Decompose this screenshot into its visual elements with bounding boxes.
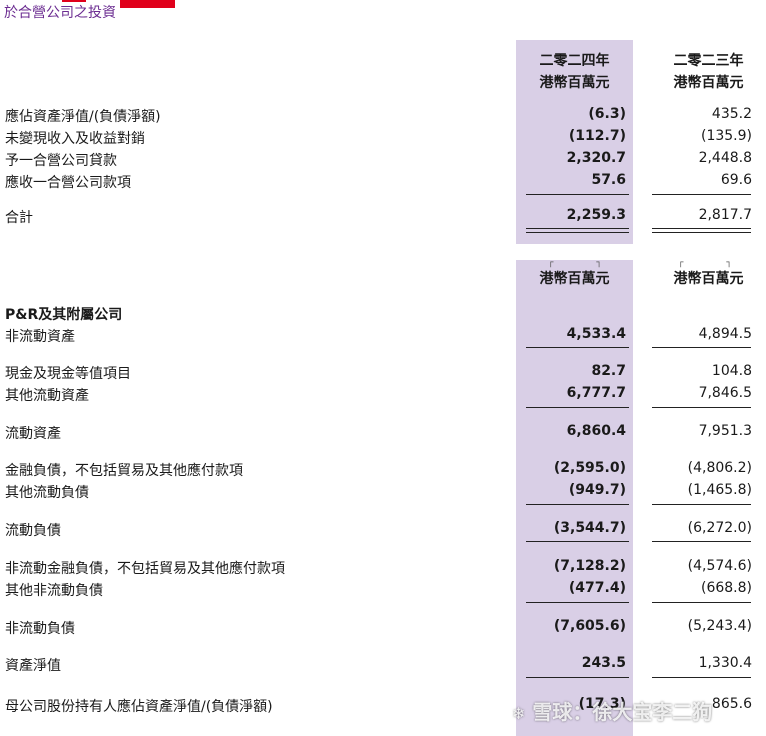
row-value-2024: 57.6 [591, 172, 626, 188]
total-double-rule [526, 228, 629, 233]
subtotal-rule [526, 677, 629, 678]
row-value-2024: 4,533.4 [566, 326, 626, 342]
row-value-2024: 82.7 [591, 363, 626, 379]
subtotal-rule [526, 602, 629, 603]
row-value-2023: 104.8 [711, 363, 752, 379]
row-label: 其他流動資產 [5, 388, 89, 404]
subtotal-rule [526, 347, 629, 348]
row-value-2023: (4,806.2) [687, 460, 752, 476]
row-value-2023: 7,951.3 [698, 423, 752, 439]
row-value-2023: (4,574.6) [687, 558, 752, 574]
subtotal-rule [526, 194, 629, 195]
row-label: 應佔資產淨值/(負債淨額) [5, 109, 161, 125]
red-marker [120, 0, 175, 8]
total-value-2023: 2,817.7 [698, 207, 752, 223]
total-double-rule [652, 228, 751, 233]
clipped-header-mark: ┌ ┐ [548, 258, 602, 268]
row-label: 資產淨值 [5, 658, 61, 674]
row-label: 流動負債 [5, 523, 61, 539]
row-value-2023: 4,894.5 [698, 326, 752, 342]
subtotal-rule [652, 194, 751, 195]
row-value-2023: (668.8) [700, 580, 752, 596]
watermark-text: 雪球：徐大宝李二狗 [532, 700, 713, 724]
row-value-2024: (6.3) [588, 106, 626, 122]
total-label: 合計 [5, 210, 33, 226]
row-value-2024: 6,860.4 [566, 423, 626, 439]
row-value-2024: (3,544.7) [553, 520, 626, 536]
clipped-header-mark: ┌ ┐ [678, 258, 732, 268]
section-title: P&R及其附屬公司 [5, 307, 123, 323]
row-label: 金融負債，不包括貿易及其他應付款項 [5, 463, 243, 479]
row-label: 應收一合營公司款項 [5, 175, 131, 191]
row-value-2024: (477.4) [568, 580, 626, 596]
subtotal-rule [526, 504, 629, 505]
subtotal-rule [526, 541, 629, 542]
subtotal-rule [652, 602, 751, 603]
row-label: 非流動金融負債，不包括貿易及其他應付款項 [5, 561, 285, 577]
row-value-2024: (7,605.6) [553, 618, 626, 634]
row-label: 其他非流動負債 [5, 583, 103, 599]
row-value-2024: 2,320.7 [566, 150, 626, 166]
row-value-2024: 6,777.7 [566, 385, 626, 401]
row-value-2023: 69.6 [720, 172, 752, 188]
subtotal-rule [652, 347, 751, 348]
total-value-2024: 2,259.3 [566, 207, 626, 223]
col-header-year-2024: 二零二四年 [539, 53, 610, 69]
subtotal-rule [652, 407, 751, 408]
row-label: 未變現收入及收益對銷 [5, 131, 145, 147]
col-header-year-2023: 二零二三年 [673, 53, 744, 69]
section-header: 於合營公司之投資 [4, 2, 120, 22]
col-header-unit-2024: 港幣百萬元 [539, 271, 610, 287]
row-value-2023: 1,330.4 [698, 655, 752, 671]
subtotal-rule [526, 407, 629, 408]
row-value-2024: (949.7) [568, 482, 626, 498]
snowball-icon: ❄ [512, 704, 526, 723]
row-value-2023: 7,846.5 [698, 385, 752, 401]
row-value-2023: (6,272.0) [687, 520, 752, 536]
col-header-unit-2023: 港幣百萬元 [673, 271, 744, 287]
row-label: 非流動資產 [5, 329, 75, 345]
row-label: 其他流動負債 [5, 485, 89, 501]
row-value-2024: 243.5 [581, 655, 626, 671]
row-value-2024: (7,128.2) [553, 558, 626, 574]
watermark: ❄ 雪球：徐大宝李二狗 [512, 696, 712, 725]
row-label: 予一合營公司貸款 [5, 153, 117, 169]
row-value-2024: (112.7) [568, 128, 626, 144]
row-value-2023: 865.6 [711, 696, 752, 712]
subtotal-rule [652, 504, 751, 505]
row-value-2023: 435.2 [711, 106, 752, 122]
row-value-2023: 2,448.8 [698, 150, 752, 166]
row-label: 現金及現金等值項目 [5, 366, 131, 382]
col-header-unit-2023: 港幣百萬元 [673, 75, 744, 91]
row-value-2023: (135.9) [700, 128, 752, 144]
row-value-2023: (5,243.4) [687, 618, 752, 634]
row-label: 非流動負債 [5, 621, 75, 637]
subtotal-rule [652, 677, 751, 678]
row-label: 流動資產 [5, 426, 61, 442]
row-value-2023: (1,465.8) [687, 482, 752, 498]
row-value-2024: (2,595.0) [553, 460, 626, 476]
col-header-unit-2024: 港幣百萬元 [539, 75, 610, 91]
row-label: 母公司股份持有人應佔資產淨值/(負債淨額) [5, 699, 273, 715]
subtotal-rule [652, 541, 751, 542]
